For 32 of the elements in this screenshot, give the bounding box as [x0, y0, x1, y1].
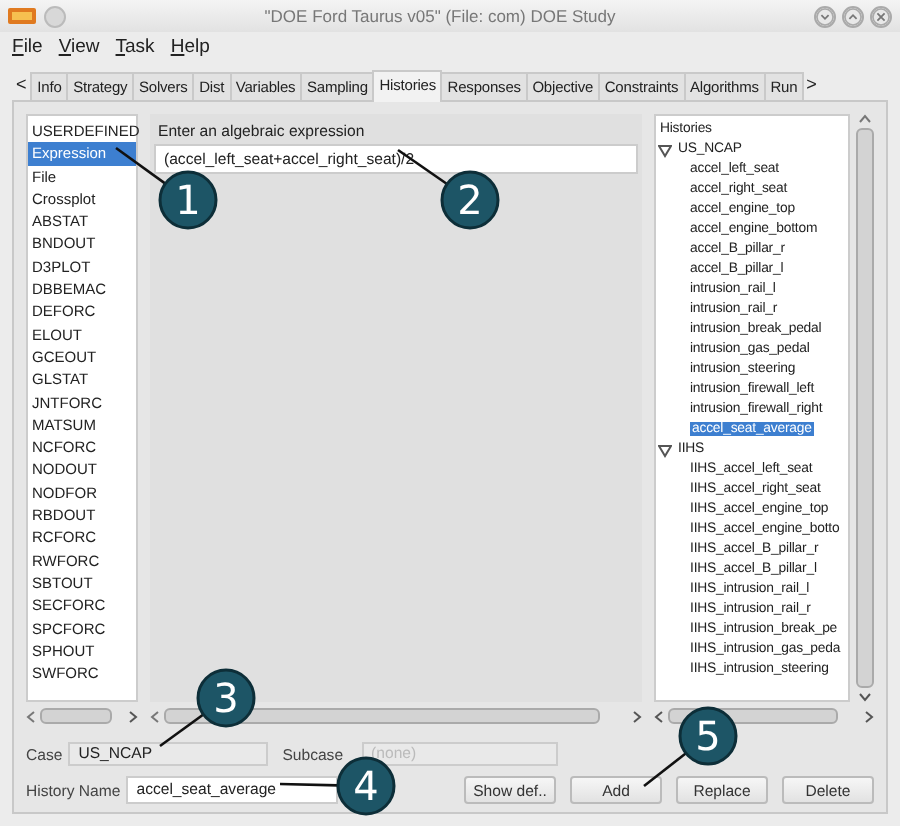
minimize-button[interactable]	[814, 5, 836, 27]
scroll-left-icon[interactable]	[654, 709, 664, 723]
close-button[interactable]	[870, 5, 892, 27]
leader-line	[643, 752, 687, 788]
callout-marker: 4	[336, 756, 396, 816]
scrollbar-thumb[interactable]	[855, 128, 873, 688]
app-icon	[8, 6, 36, 26]
menu-item[interactable]: Help	[170, 36, 210, 58]
scrollbar-thumb[interactable]	[40, 708, 112, 724]
window-title: "DOE Ford Taurus v05" (File: com) DOE Study	[262, 6, 618, 26]
callout-marker: 5	[678, 706, 738, 766]
expand-arrow-icon[interactable]	[658, 443, 672, 457]
scroll-right-icon[interactable]	[864, 709, 874, 723]
callout-marker: 3	[196, 668, 256, 728]
leader-line	[159, 713, 205, 748]
scroll-up-icon[interactable]	[857, 114, 871, 124]
menu-item[interactable]: View	[58, 36, 100, 58]
menu-item[interactable]: Task	[115, 36, 155, 58]
expand-arrow-icon[interactable]	[658, 143, 672, 157]
scroll-left-icon[interactable]	[150, 709, 160, 723]
scroll-right-icon[interactable]	[632, 709, 642, 723]
scroll-down-icon[interactable]	[857, 692, 871, 702]
callout-marker: 1	[158, 170, 218, 230]
callout-marker: 2	[440, 170, 500, 230]
maximize-button[interactable]	[842, 5, 864, 27]
tab-scroll-left[interactable]: <	[12, 74, 31, 94]
scroll-left-icon[interactable]	[26, 709, 36, 723]
scroll-right-icon[interactable]	[128, 709, 138, 723]
menu-item[interactable]: File	[12, 36, 43, 58]
leader-line	[279, 782, 339, 787]
tab-scroll-right[interactable]: >	[802, 74, 821, 94]
leader-line	[115, 146, 167, 185]
